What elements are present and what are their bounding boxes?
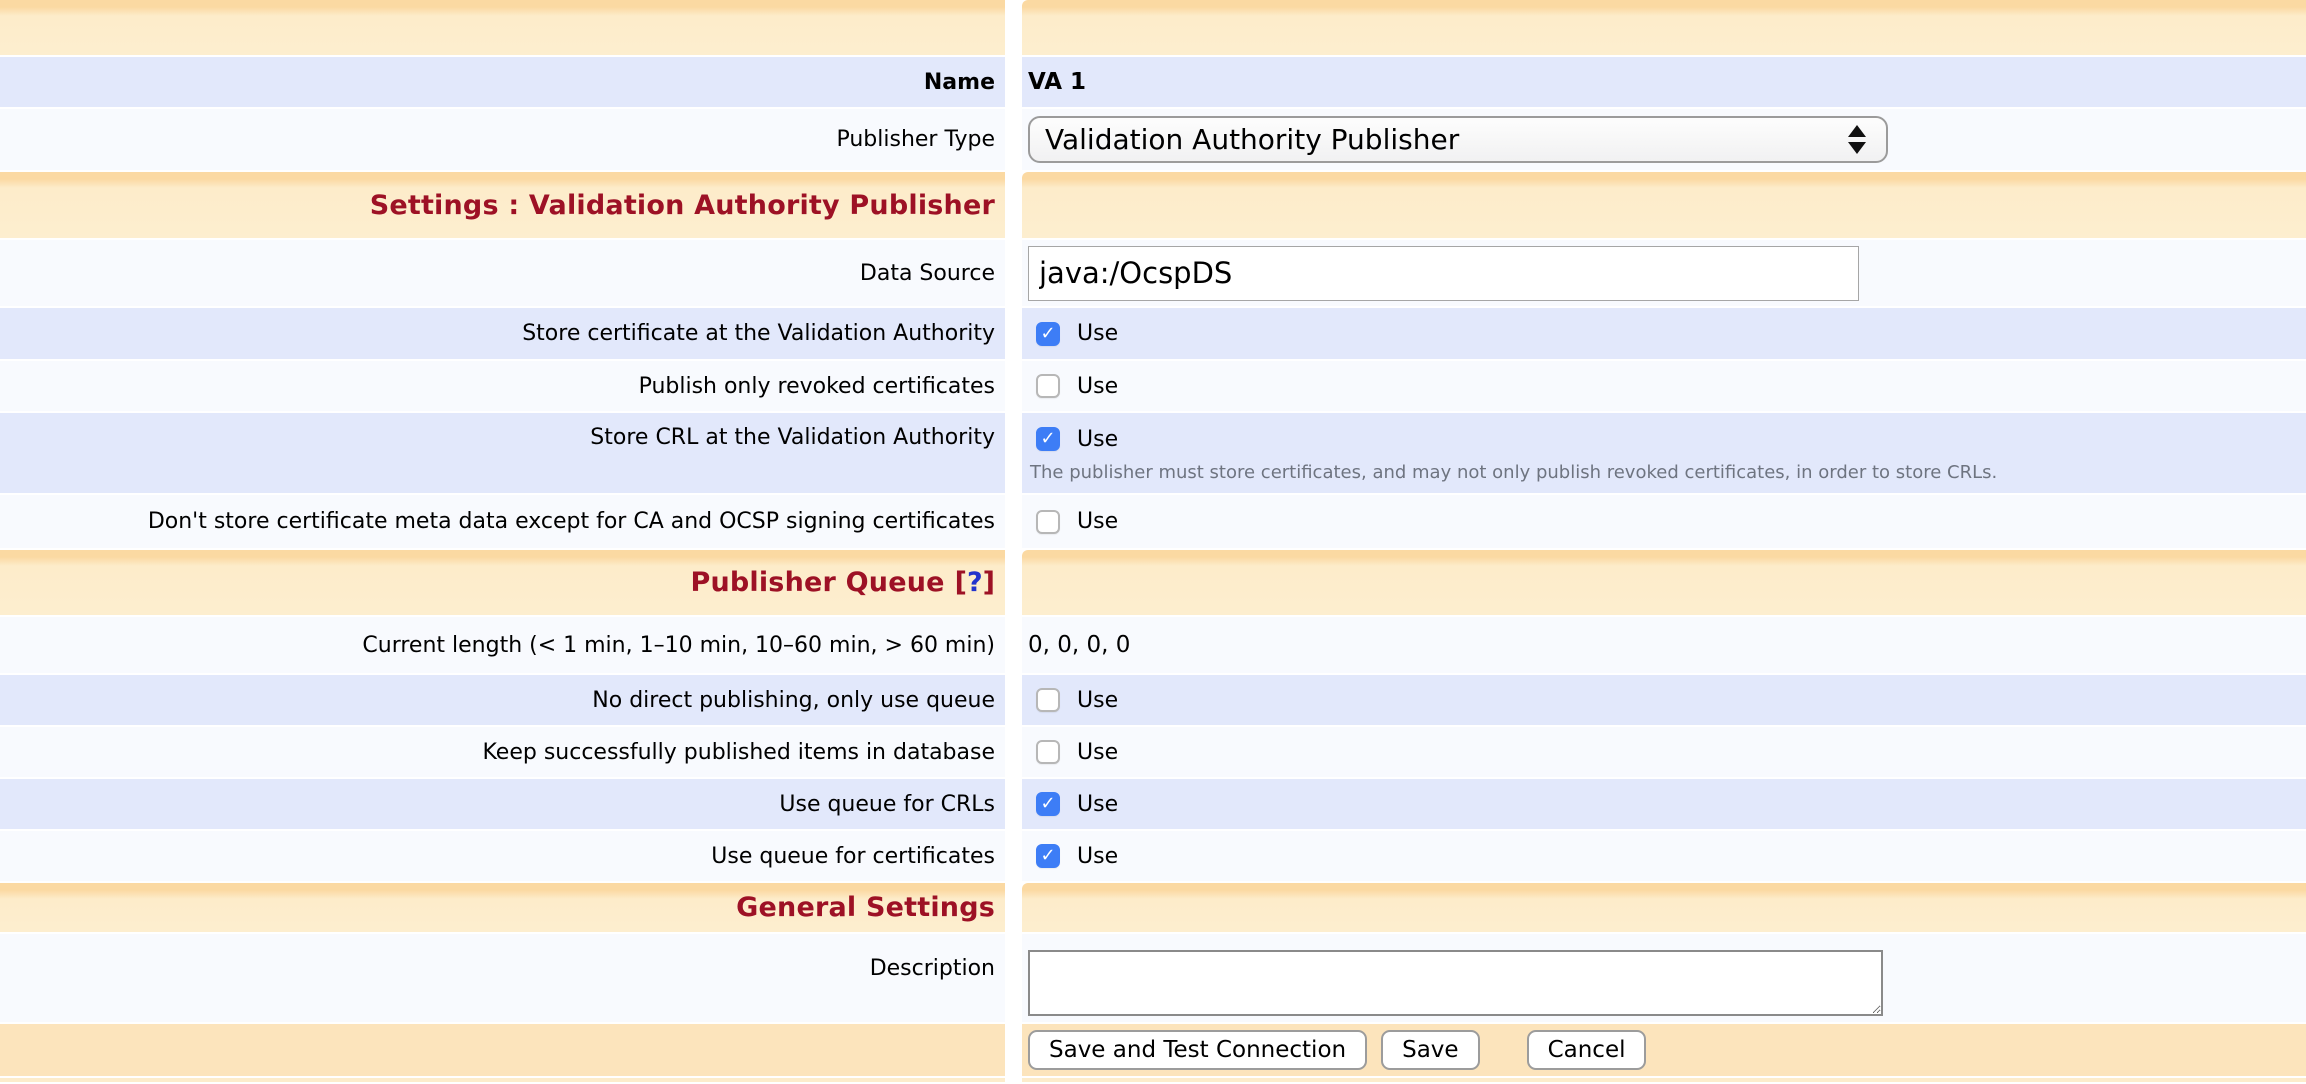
current-length-label: Current length (< 1 min, 1–10 min, 10–60… [362,633,995,658]
store-crl-help-text: The publisher must store certificates, a… [1028,462,1997,483]
publisher-type-selected-option: Validation Authority Publisher [1045,123,1848,156]
top-section-left [0,0,1005,55]
general-settings-section-header: General Settings [0,883,2306,932]
no-direct-publishing-use-label: Use [1077,688,1118,713]
use-queue-certificates-checkbox[interactable] [1036,844,1060,868]
name-row: Name VA 1 [0,57,2306,107]
store-crl-use-label: Use [1077,427,1118,452]
settings-section-title: Settings : Validation Authority Publishe… [370,190,995,221]
data-source-row: Data Source [0,240,2306,306]
store-crl-checkbox[interactable] [1036,427,1060,451]
use-queue-crls-use-label: Use [1077,792,1118,817]
current-length-value: 0, 0, 0, 0 [1028,632,1130,658]
publisher-type-row: Publisher Type Validation Authority Publ… [0,109,2306,170]
description-label: Description [870,956,995,981]
publisher-queue-section-header: Publisher Queue [?] [0,550,2306,615]
dont-store-meta-checkbox[interactable] [1036,510,1060,534]
general-settings-section-title: General Settings [736,892,995,923]
data-source-label: Data Source [860,261,995,286]
publish-only-revoked-use-label: Use [1077,374,1118,399]
publisher-type-label: Publisher Type [836,127,995,152]
no-direct-publishing-label: No direct publishing, only use queue [592,688,995,713]
save-button[interactable]: Save [1381,1030,1479,1070]
publisher-queue-help: [?] [955,567,995,598]
store-certificate-row: Store certificate at the Validation Auth… [0,308,2306,359]
keep-published-items-row: Keep successfully published items in dat… [0,727,2306,777]
store-crl-row: Store CRL at the Validation Authority Us… [0,413,2306,493]
name-label: Name [924,70,995,95]
keep-published-items-label: Keep successfully published items in dat… [482,740,995,765]
store-certificate-label: Store certificate at the Validation Auth… [522,321,995,346]
top-section-row [0,0,2306,55]
no-direct-publishing-row: No direct publishing, only use queue Use [0,675,2306,725]
dont-store-meta-label: Don't store certificate meta data except… [148,509,995,534]
publish-only-revoked-label: Publish only revoked certificates [639,374,995,399]
dont-store-meta-use-label: Use [1077,509,1118,534]
use-queue-crls-row: Use queue for CRLs Use [0,779,2306,829]
publish-only-revoked-checkbox[interactable] [1036,374,1060,398]
current-length-row: Current length (< 1 min, 1–10 min, 10–60… [0,617,2306,673]
description-row: Description [0,934,2306,1022]
use-queue-crls-checkbox[interactable] [1036,792,1060,816]
settings-section-header: Settings : Validation Authority Publishe… [0,172,2306,238]
publisher-type-select[interactable]: Validation Authority Publisher [1028,116,1888,163]
store-certificate-checkbox[interactable] [1036,322,1060,346]
publisher-queue-help-link[interactable]: ? [967,567,983,598]
use-queue-crls-label: Use queue for CRLs [779,792,995,817]
help-bracket-open: [ [955,567,967,598]
data-source-input[interactable] [1028,246,1859,301]
store-certificate-use-label: Use [1077,321,1118,346]
no-direct-publishing-checkbox[interactable] [1036,688,1060,712]
top-section-right [1022,0,2306,55]
description-textarea[interactable] [1028,950,1883,1016]
keep-published-items-use-label: Use [1077,740,1118,765]
publisher-queue-section-title: Publisher Queue [690,567,944,598]
cancel-button[interactable]: Cancel [1527,1030,1647,1070]
edit-publisher-page: Name VA 1 Publisher Type Validation Auth… [0,0,2306,1084]
use-queue-certificates-use-label: Use [1077,844,1118,869]
store-crl-label: Store CRL at the Validation Authority [590,425,995,450]
select-spinner-icon [1848,125,1866,154]
actions-row: Save and Test Connection Save Cancel [0,1024,2306,1076]
save-and-test-connection-button[interactable]: Save and Test Connection [1028,1030,1367,1070]
dont-store-meta-row: Don't store certificate meta data except… [0,495,2306,548]
use-queue-certificates-label: Use queue for certificates [711,844,995,869]
name-value: VA 1 [1028,69,1086,95]
help-bracket-close: ] [983,567,995,598]
publish-only-revoked-row: Publish only revoked certificates Use [0,361,2306,411]
keep-published-items-checkbox[interactable] [1036,740,1060,764]
bottom-section-row [0,1078,2306,1082]
use-queue-certificates-row: Use queue for certificates Use [0,831,2306,881]
